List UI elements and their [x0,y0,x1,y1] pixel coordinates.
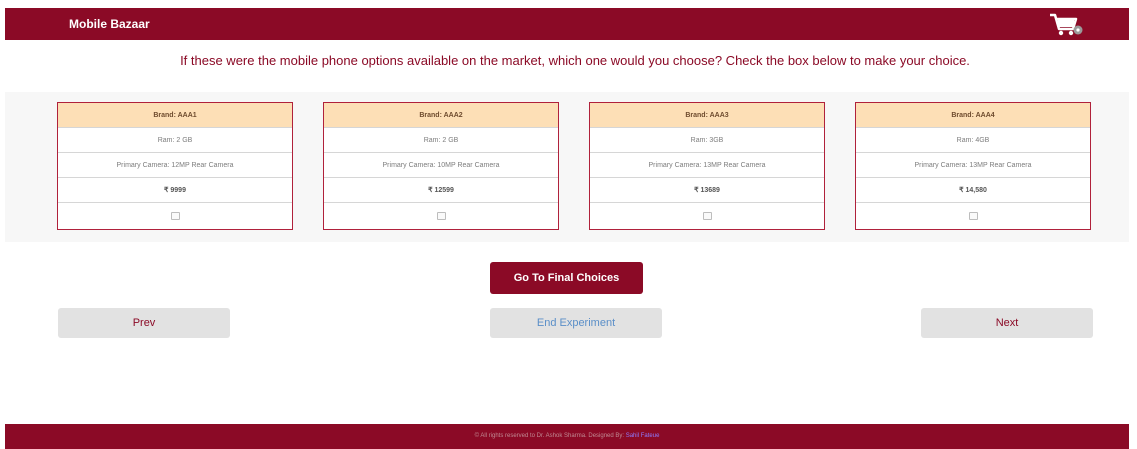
card-select-cell [856,203,1090,228]
end-experiment-button[interactable]: End Experiment [490,308,662,338]
option-card-3: Brand: AAA3 Ram: 3GB Primary Camera: 13M… [589,102,825,230]
select-checkbox-4[interactable] [968,211,978,220]
options-area: Brand: AAA1 Ram: 2 GB Primary Camera: 12… [5,92,1129,242]
card-price: ₹ 12599 [324,178,558,203]
card-select-cell [324,203,558,228]
card-camera: Primary Camera: 13MP Rear Camera [590,153,824,178]
card-price: ₹ 9999 [58,178,292,203]
card-camera: Primary Camera: 13MP Rear Camera [856,153,1090,178]
card-ram: Ram: 3GB [590,128,824,153]
option-card-2: Brand: AAA2 Ram: 2 GB Primary Camera: 10… [323,102,559,230]
select-checkbox-3[interactable] [702,211,712,220]
card-select-cell [58,203,292,228]
card-price: ₹ 14,580 [856,178,1090,203]
card-select-cell [590,203,824,228]
go-to-final-choices-button[interactable]: Go To Final Choices [490,262,643,294]
question-text: If these were the mobile phone options a… [180,53,970,68]
app-title: Mobile Bazaar [69,17,150,31]
card-camera: Primary Camera: 10MP Rear Camera [324,153,558,178]
prev-button[interactable]: Prev [58,308,230,338]
cart-icon[interactable] [1049,10,1083,38]
card-brand: Brand: AAA2 [324,103,558,128]
next-button[interactable]: Next [921,308,1093,338]
footer: © All rights reserved to Dr. Ashok Sharm… [5,424,1129,449]
option-card-1: Brand: AAA1 Ram: 2 GB Primary Camera: 12… [57,102,293,230]
footer-designer-link[interactable]: Sahil Fateue [626,433,660,439]
card-brand: Brand: AAA3 [590,103,824,128]
card-camera: Primary Camera: 12MP Rear Camera [58,153,292,178]
card-brand: Brand: AAA1 [58,103,292,128]
footer-copyright: © All rights reserved to Dr. Ashok Sharm… [474,433,626,439]
select-checkbox-2[interactable] [436,211,446,220]
card-ram: Ram: 2 GB [58,128,292,153]
card-ram: Ram: 2 GB [324,128,558,153]
option-card-4: Brand: AAA4 Ram: 4GB Primary Camera: 13M… [855,102,1091,230]
top-bar: Mobile Bazaar [5,8,1129,40]
card-ram: Ram: 4GB [856,128,1090,153]
select-checkbox-1[interactable] [170,211,180,220]
card-brand: Brand: AAA4 [856,103,1090,128]
card-price: ₹ 13689 [590,178,824,203]
